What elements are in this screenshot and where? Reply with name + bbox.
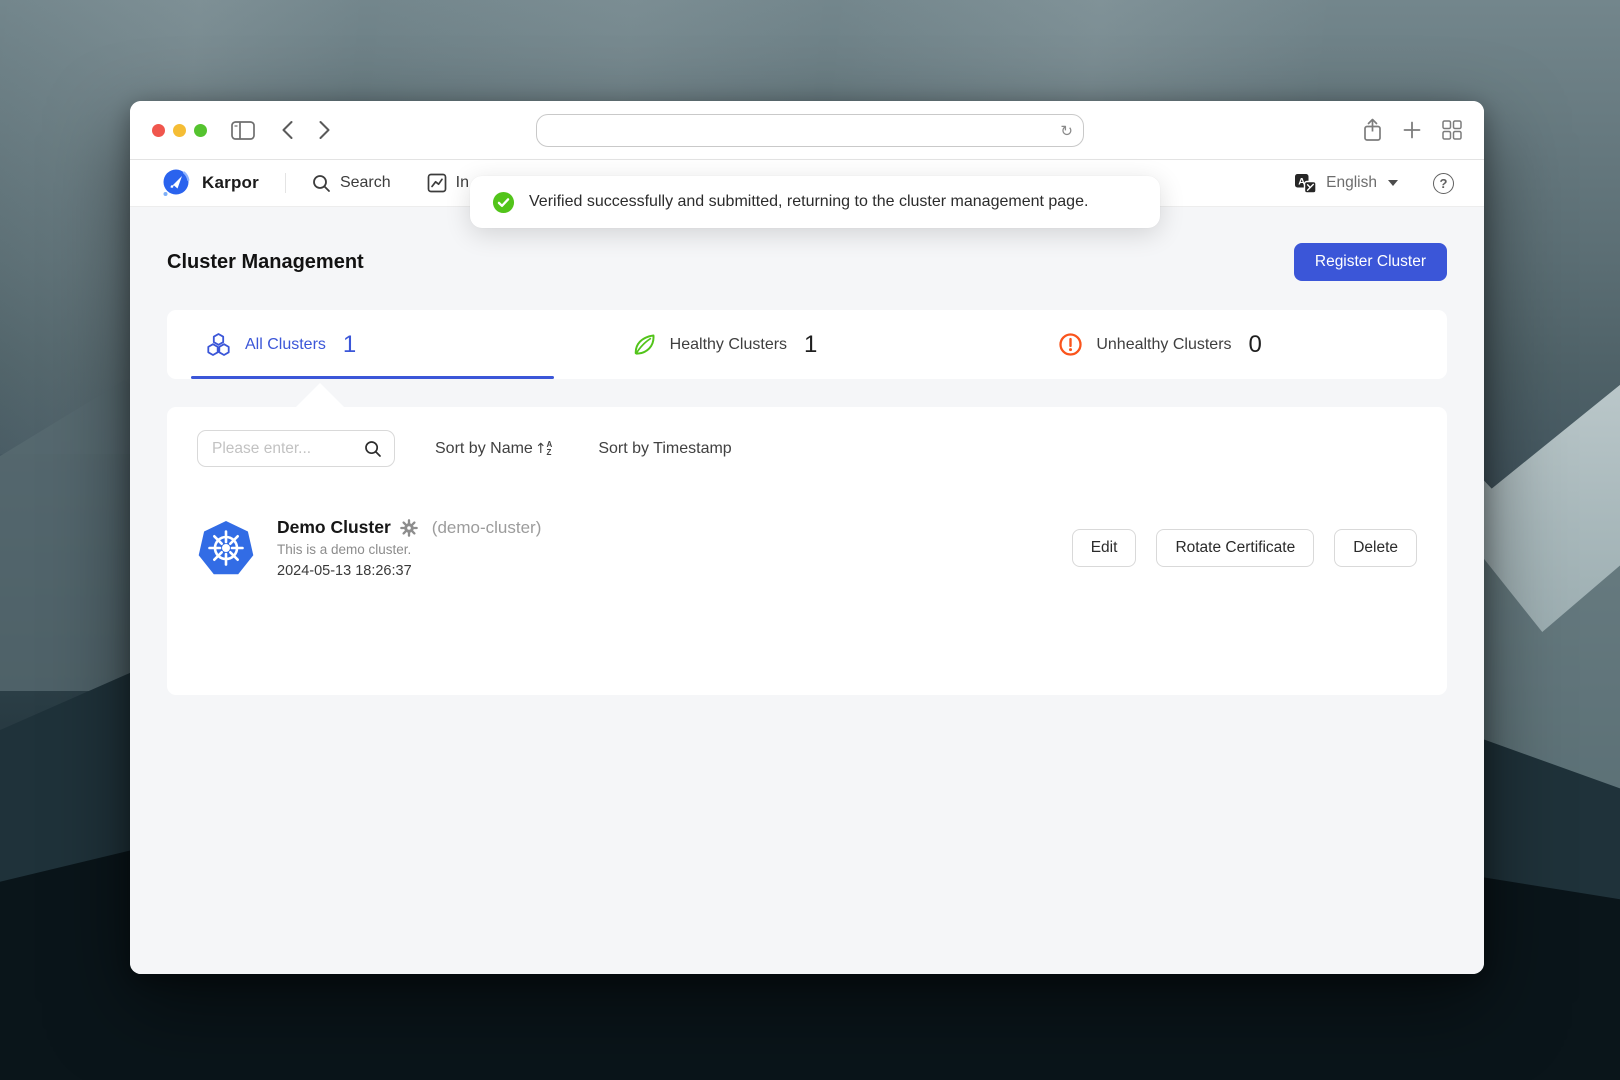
search-icon [312,174,331,193]
tab-unhealthy-clusters-count: 0 [1249,331,1262,359]
tab-healthy-clusters-label: Healthy Clusters [670,336,787,354]
cluster-timestamp: 2024-05-13 18:26:37 [277,563,541,579]
delete-button[interactable]: Delete [1334,529,1417,567]
brand[interactable]: Karpor [160,167,259,199]
tab-healthy-clusters[interactable]: Healthy Clusters 1 [594,310,1021,379]
tab-healthy-clusters-count: 1 [804,331,817,359]
magnifier-icon[interactable] [364,440,382,458]
traffic-lights [152,124,207,137]
tab-overview-icon[interactable] [1442,120,1462,140]
page-title: Cluster Management [167,251,364,274]
sort-by-name-label: Sort by Name [435,440,533,458]
nav-item-search[interactable]: Search [312,174,391,193]
register-cluster-button[interactable]: Register Cluster [1294,243,1447,281]
cluster-description: This is a demo cluster. [277,542,541,557]
success-toast: Verified successfully and submitted, ret… [470,176,1160,228]
brand-name: Karpor [202,173,259,193]
sort-ascending-icon: ↑ AZ [535,441,553,457]
insight-chart-icon [427,173,447,193]
close-button[interactable] [152,124,165,137]
back-icon[interactable] [281,120,294,140]
clusters-hexagon-icon [205,332,232,358]
fullscreen-button[interactable] [194,124,207,137]
leaf-icon [632,332,657,357]
browser-window: ↻ Karpor [130,101,1484,974]
edit-button[interactable]: Edit [1072,529,1137,567]
chevron-down-icon[interactable] [1388,180,1398,186]
language-selector[interactable]: English [1326,174,1377,192]
tab-all-clusters-count: 1 [343,331,356,359]
tab-unhealthy-clusters-label: Unhealthy Clusters [1096,336,1231,354]
nav-divider [285,173,286,193]
tab-all-clusters-label: All Clusters [245,336,326,354]
sidebar-toggle-icon[interactable] [231,121,255,140]
nav-search-label: Search [340,174,391,192]
sort-by-timestamp[interactable]: Sort by Timestamp [598,440,731,458]
nav-item-insight[interactable]: In [427,173,469,193]
cluster-search-box[interactable] [197,430,395,467]
sort-by-timestamp-label: Sort by Timestamp [598,440,731,458]
success-check-icon [492,191,515,214]
reload-icon[interactable]: ↻ [1060,122,1073,140]
nav-insight-label: In [456,174,469,192]
minimize-button[interactable] [173,124,186,137]
translate-icon: A [1294,173,1317,194]
cluster-alias: (demo-cluster) [432,518,542,538]
toast-message: Verified successfully and submitted, ret… [529,193,1088,211]
browser-toolbar: ↻ [130,101,1484,160]
cluster-list-card: Sort by Name ↑ AZ Sort by Timestamp [167,407,1447,695]
tab-unhealthy-clusters[interactable]: Unhealthy Clusters 0 [1020,310,1447,379]
tab-all-clusters[interactable]: All Clusters 1 [167,310,594,379]
cluster-management-page: Cluster Management Register Cluster All … [130,207,1484,974]
help-icon[interactable]: ? [1433,173,1454,194]
sort-by-name[interactable]: Sort by Name ↑ AZ [435,440,552,458]
karpor-logo [160,167,192,199]
forward-icon[interactable] [318,120,331,140]
gear-icon[interactable] [400,519,418,537]
new-tab-icon[interactable] [1403,121,1421,139]
cluster-list-item: Demo Cluster [197,517,1417,579]
cluster-name: Demo Cluster [277,517,391,538]
rotate-certificate-button[interactable]: Rotate Certificate [1156,529,1314,567]
share-icon[interactable] [1363,118,1382,142]
address-bar[interactable]: ↻ [536,114,1084,147]
kubernetes-logo [197,519,255,577]
cluster-search-input[interactable] [212,440,364,458]
cluster-tabs: All Clusters 1 Healthy Clusters 1 [167,310,1447,379]
warning-circle-icon [1058,332,1083,357]
